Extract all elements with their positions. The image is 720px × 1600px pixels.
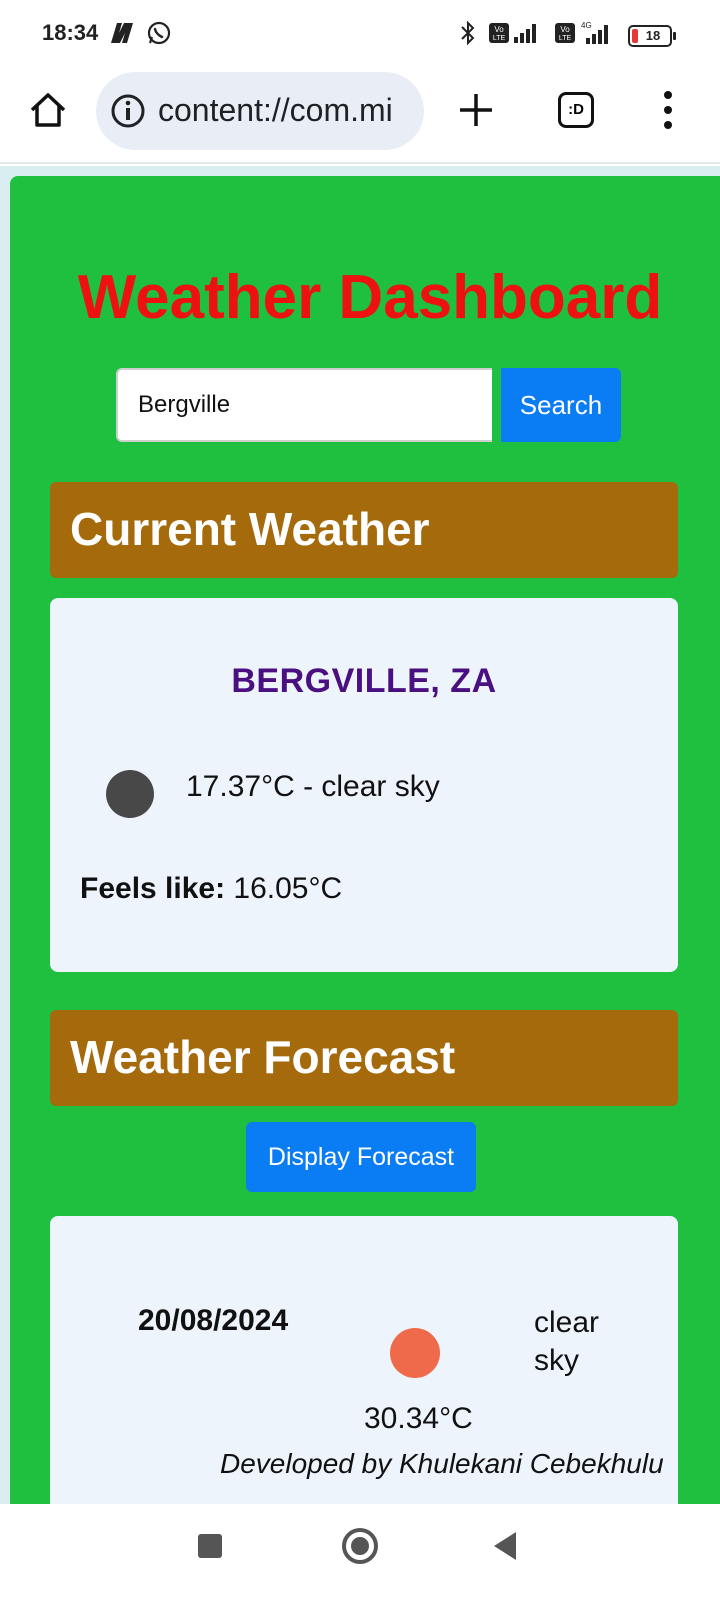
more-vertical-icon (664, 91, 672, 129)
forecast-date: 20/08/2024 (138, 1304, 289, 1337)
feels-like: Feels like: 16.05°C (80, 872, 342, 906)
forecast-description-line1: clear (534, 1306, 600, 1339)
battery-percent: 18 (645, 27, 661, 43)
weather-condition-icon (106, 770, 154, 818)
search-button[interactable]: Search (501, 368, 621, 442)
forecast-header: Weather Forecast (50, 1010, 678, 1106)
forecast-heading: Weather Forecast (70, 1031, 456, 1083)
page-title: Weather Dashboard (77, 263, 663, 332)
recent-apps-button[interactable] (198, 1534, 222, 1558)
browser-toolbar: content://com.mi :D (0, 68, 720, 164)
display-forecast-button[interactable]: Display Forecast (246, 1122, 476, 1192)
status-system-icons: Vo LTE Vo LTE 4G 18 (460, 20, 676, 51)
svg-text:Vo: Vo (560, 25, 570, 34)
address-bar[interactable]: content://com.mi (96, 72, 424, 150)
whatsapp-icon (146, 20, 172, 51)
netflix-icon (108, 21, 136, 50)
tab-switcher-button[interactable]: :D (558, 92, 594, 128)
current-weather-header: Current Weather (50, 482, 678, 578)
url-text: content://com.mi (158, 92, 393, 128)
volte-signal-icon: Vo LTE (488, 21, 542, 50)
home-button[interactable] (28, 90, 68, 130)
current-weather-heading: Current Weather (70, 503, 430, 555)
back-button[interactable] (494, 1532, 516, 1560)
volte-4g-signal-icon: Vo LTE 4G (554, 20, 616, 51)
bluetooth-icon (460, 20, 476, 51)
forecast-description: clear sky (534, 1304, 644, 1380)
status-time: 18:34 (42, 20, 99, 45)
svg-text:LTE: LTE (493, 35, 506, 42)
forecast-description-line2: sky (534, 1344, 579, 1377)
feels-like-value: 16.05°C (233, 872, 343, 905)
status-bar: 18:34 Vo LTE Vo LTE 4G 18 (0, 0, 720, 68)
city-search-input[interactable] (116, 368, 492, 442)
battery-level (632, 28, 638, 43)
battery-icon: 18 (628, 24, 676, 47)
sun-icon (390, 1328, 440, 1378)
network-type-label: 4G (581, 21, 592, 30)
home-nav-button[interactable] (342, 1528, 378, 1564)
plus-icon (460, 94, 492, 126)
dashboard-container: Weather Dashboard Search Current Weather… (10, 176, 720, 1506)
city-name: BERGVILLE, ZA (231, 662, 497, 700)
new-tab-button[interactable] (456, 90, 496, 130)
current-temperature: 17.37°C - clear sky (186, 770, 440, 803)
feels-like-label: Feels like: (80, 872, 226, 905)
home-icon (30, 93, 66, 127)
forecast-temperature: 30.34°C (364, 1402, 473, 1435)
svg-text:LTE: LTE (559, 35, 572, 42)
system-nav-bar (0, 1504, 720, 1600)
developer-credit: Developed by Khulekani Cebekhulu (220, 1448, 664, 1479)
site-info-icon[interactable] (110, 93, 146, 129)
status-notification-icons (108, 20, 172, 51)
more-menu-button[interactable] (658, 88, 678, 132)
current-weather-card: BERGVILLE, ZA 17.37°C - clear sky Feels … (50, 598, 678, 972)
svg-text:Vo: Vo (494, 25, 504, 34)
